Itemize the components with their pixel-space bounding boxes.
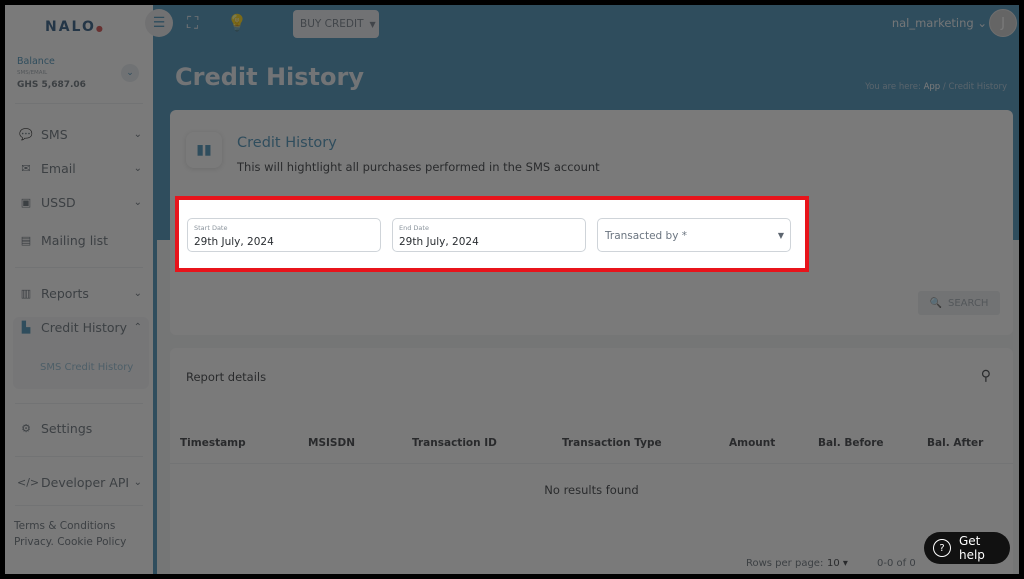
help-icon: ? [933, 539, 951, 557]
end-date-label: End Date [399, 224, 429, 232]
start-date-label: Start Date [194, 224, 228, 232]
get-help-label: Get help [958, 534, 985, 562]
app-frame: NALO● Balance SMS/EMAIL GHS 5,687.06 ⌄ 💬… [5, 5, 1019, 574]
get-help-button[interactable]: ? Get help [924, 532, 1010, 564]
dim-overlay [5, 5, 1019, 574]
transacted-by-select[interactable]: Transacted by * ▼ [597, 218, 791, 252]
start-date-value: 29th July, 2024 [194, 236, 274, 248]
end-date-value: 29th July, 2024 [399, 236, 479, 248]
highlighted-filter-region: Start Date 29th July, 2024 End Date 29th… [175, 196, 809, 272]
transacted-by-placeholder: Transacted by * [605, 230, 688, 242]
caret-down-icon: ▼ [777, 231, 784, 240]
start-date-field[interactable]: Start Date 29th July, 2024 [187, 218, 381, 252]
end-date-field[interactable]: End Date 29th July, 2024 [392, 218, 586, 252]
